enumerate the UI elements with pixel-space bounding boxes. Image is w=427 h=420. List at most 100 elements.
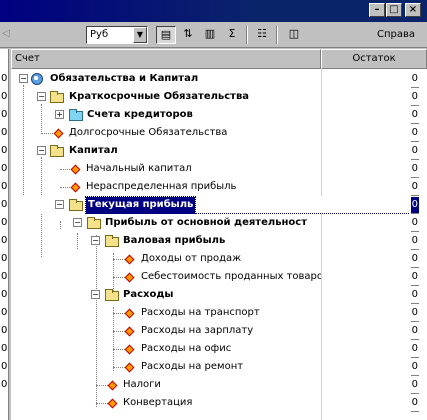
tree-row-selected[interactable]: − Текущая прибыль 0 [11,196,427,214]
tree-row[interactable]: Нераспределенная прибыль 0 [11,178,427,196]
column-header-balance[interactable]: Остаток [321,49,427,69]
globe-icon [31,73,43,85]
tree-row[interactable]: − Расходы 0 [11,286,427,304]
stub-value: 0 [1,343,8,354]
collapse-toggle-icon[interactable]: − [37,146,46,155]
stub-value: 0 [1,73,8,84]
row-label: Расходы на офис [141,343,232,354]
row-balance: 0 [410,341,419,358]
row-balance: 0 [410,71,419,88]
sum-icon[interactable]: Σ [222,26,242,44]
stub-value: 0 [1,253,8,264]
stub-value: 0 [1,235,8,246]
stub-value: 0 [1,217,8,228]
row-label: Валовая прибыль [123,235,226,246]
collapse-toggle-icon[interactable]: − [55,200,64,209]
currency-value: Руб [90,29,109,40]
account-diamond-icon [124,272,135,283]
row-balance: 0 [410,269,419,286]
tree-row[interactable]: − Валовая прибыль 0 [11,232,427,250]
filter-list-icon[interactable]: ☷ [252,26,272,44]
tree-row[interactable]: Расходы на офис 0 [11,340,427,358]
row-balance: 0 [410,377,419,394]
left-pane-stub: 0 0 0 0 0 0 0 0 0 0 0 0 0 0 0 0 0 0 [0,49,9,420]
collapse-toggle-icon[interactable]: − [91,290,100,299]
tree-row[interactable]: Расходы на транспорт 0 [11,304,427,322]
row-label: Конвертация [123,397,193,408]
row-label: Расходы на транспорт [141,307,260,318]
row-balance: 0 [410,323,419,340]
account-diamond-icon [124,254,135,265]
sort-icon[interactable]: ⇅ [178,26,198,44]
tree-row[interactable]: Налоги 0 [11,376,427,394]
account-diamond-icon [124,344,135,355]
row-label: Краткосрочные Обязательства [69,91,250,102]
account-diamond-icon [107,380,118,391]
account-diamond-icon [53,128,64,139]
list-view-icon[interactable]: ▤ [156,26,176,44]
maximize-button[interactable]: □ [386,3,402,17]
tree-row[interactable]: − Капитал 0 [11,142,427,160]
row-balance: 0 [410,107,419,124]
minimize-button[interactable]: – [369,3,385,17]
tree-row[interactable]: − Обязательства и Капитал 0 [11,70,427,88]
tree-row[interactable]: Расходы на зарплату 0 [11,322,427,340]
tree-row[interactable]: Себестоимость проданных товаро 0 [11,268,427,286]
account-diamond-icon [124,308,135,319]
account-diamond-icon [70,164,81,175]
row-balance: 0 [410,143,419,160]
tree-row[interactable]: Начальный капитал 0 [11,160,427,178]
back-arrow-icon[interactable]: ◁ [2,28,10,39]
collapse-toggle-icon[interactable]: − [73,218,82,227]
tree-row[interactable]: − Прибыль от основной деятельност 0 [11,214,427,232]
collapse-toggle-icon[interactable]: − [19,74,28,83]
stub-value: 0 [1,379,8,390]
toolbar: ◁ Руб ▼ ▤ ⇅ ▥ Σ ☷ ◫ Справа [0,22,427,48]
window-title-bar: – □ × [0,0,427,22]
row-balance: 0 [410,179,419,196]
tree-row[interactable]: Долгосрочные Обязательства 0 [11,124,427,142]
row-label: Себестоимость проданных товаро [141,271,321,282]
row-balance: 0 [410,215,419,232]
chevron-down-icon[interactable]: ▼ [133,27,147,43]
folder-icon [87,217,101,229]
stub-value: 0 [1,307,8,318]
stub-value: 0 [1,109,8,120]
row-balance: 0 [410,233,419,250]
expand-toggle-icon[interactable]: + [55,110,64,119]
row-balance: 0 [410,89,419,106]
collapse-toggle-icon[interactable]: − [37,92,46,101]
help-link[interactable]: Справа [377,29,415,40]
tree-row[interactable]: Доходы от продаж 0 [11,250,427,268]
row-label: Расходы [123,289,174,300]
row-balance: 0 [410,287,419,304]
columns-icon[interactable]: ▥ [200,26,220,44]
row-label: Налоги [123,379,161,390]
stub-value: 0 [1,199,8,210]
accounts-tree-grid: Счет Остаток − Обязательства и Капитал 0… [11,49,427,420]
column-header-account[interactable]: Счет [11,49,321,69]
row-balance: 0 [410,305,419,322]
row-label: Прибыль от основной деятельност [105,217,308,228]
folder-icon [50,91,64,103]
tree-row[interactable]: Конвертация 0 [11,394,427,412]
row-label: Счета кредиторов [87,109,193,120]
open-folder-icon [69,199,83,211]
currency-select[interactable]: Руб ▼ [86,26,148,44]
collapse-toggle-icon[interactable]: − [91,236,100,245]
row-balance: 0 [410,359,419,376]
row-balance: 0 [410,251,419,268]
stub-value: 0 [1,325,8,336]
row-label: Долгосрочные Обязательства [69,127,228,138]
folder-icon [105,235,119,247]
account-diamond-icon [124,326,135,337]
stub-value: 0 [1,181,8,192]
stub-value: 0 [1,163,8,174]
panel-icon[interactable]: ◫ [284,26,304,44]
folder-icon [105,289,119,301]
tree-row[interactable]: Расходы на ремонт 0 [11,358,427,376]
close-button[interactable]: × [405,3,421,17]
tree-row[interactable]: + Счета кредиторов 0 [11,106,427,124]
tree-row[interactable]: − Краткосрочные Обязательства 0 [11,88,427,106]
row-label: Расходы на ремонт [141,361,244,372]
